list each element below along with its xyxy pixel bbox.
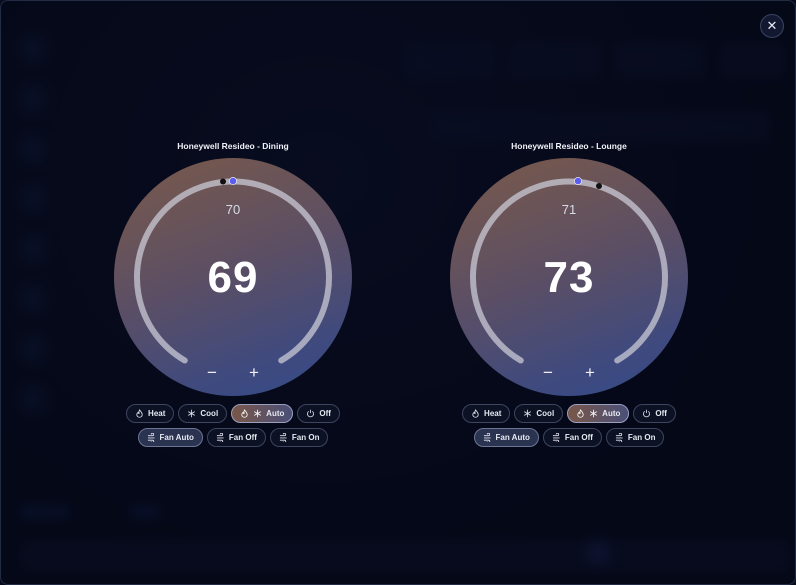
increase-button[interactable]: + (581, 364, 599, 382)
close-button[interactable]: ✕ (760, 14, 784, 38)
flame-icon (240, 409, 249, 418)
fan-icon (216, 433, 225, 442)
mode-cool-label: Cool (536, 409, 555, 418)
mode-auto-button[interactable]: Auto (231, 404, 294, 423)
current-temperature: 73 (543, 253, 595, 302)
fan-mode-row: Fan Auto Fan Off Fan On (103, 428, 363, 447)
setpoint-value: 71 (561, 202, 577, 217)
fan-icon (615, 433, 624, 442)
flame-icon (576, 409, 585, 418)
thermostat-card-lounge: Honeywell Resideo - Lounge 71 73 − + Hea… (439, 139, 699, 447)
fan-on-button[interactable]: Fan On (269, 428, 329, 447)
close-icon: ✕ (766, 18, 778, 33)
setpoint-handle[interactable] (229, 177, 237, 185)
fan-icon (147, 433, 156, 442)
power-icon (306, 409, 315, 418)
mode-off-label: Off (319, 409, 331, 418)
fan-on-label: Fan On (627, 433, 656, 442)
increase-button[interactable]: + (245, 364, 263, 382)
mode-auto-button[interactable]: Auto (567, 404, 630, 423)
power-icon (642, 409, 651, 418)
fan-auto-button[interactable]: Fan Auto (137, 428, 203, 447)
mode-heat-label: Heat (148, 409, 166, 418)
mode-off-button[interactable]: Off (297, 404, 340, 423)
fan-off-button[interactable]: Fan Off (206, 428, 266, 447)
fan-on-label: Fan On (291, 433, 320, 442)
mode-cool-button[interactable]: Cool (178, 404, 228, 423)
fan-auto-label: Fan Auto (159, 433, 194, 442)
thermostat-title: Honeywell Resideo - Lounge (511, 141, 627, 151)
setpoint-value: 70 (225, 202, 241, 217)
mode-cool-button[interactable]: Cool (514, 404, 564, 423)
snowflake-icon (253, 409, 262, 418)
flame-icon (471, 409, 480, 418)
hvac-mode-row: Heat Cool Auto Off (103, 404, 363, 423)
mode-auto-label: Auto (602, 409, 621, 418)
fan-icon (483, 433, 492, 442)
fan-off-button[interactable]: Fan Off (542, 428, 602, 447)
mode-heat-button[interactable]: Heat (126, 404, 175, 423)
fan-auto-button[interactable]: Fan Auto (473, 428, 539, 447)
thermostat-modal: ✕ Honeywell Resideo - Dining 70 69 − + H… (0, 0, 796, 585)
current-temp-marker (596, 183, 602, 189)
snowflake-icon (523, 409, 532, 418)
fan-off-label: Fan Off (564, 433, 593, 442)
fan-icon (552, 433, 561, 442)
fan-icon (279, 433, 288, 442)
mode-cool-label: Cool (200, 409, 219, 418)
thermostat-dial[interactable]: 70 69 − + (114, 158, 352, 396)
setpoint-handle[interactable] (574, 177, 582, 185)
thermostat-card-dining: Honeywell Resideo - Dining 70 69 − + Hea… (103, 139, 363, 447)
snowflake-icon (187, 409, 196, 418)
hvac-mode-row: Heat Cool Auto Off (439, 404, 699, 423)
current-temperature: 69 (207, 253, 259, 302)
snowflake-icon (589, 409, 598, 418)
thermostat-dial[interactable]: 71 73 − + (450, 158, 688, 396)
fan-on-button[interactable]: Fan On (605, 428, 665, 447)
mode-auto-label: Auto (266, 409, 285, 418)
mode-heat-label: Heat (484, 409, 502, 418)
mode-off-label: Off (655, 409, 667, 418)
mode-off-button[interactable]: Off (633, 404, 676, 423)
thermostat-title: Honeywell Resideo - Dining (177, 141, 289, 151)
current-temp-marker (220, 178, 226, 185)
flame-icon (135, 409, 144, 418)
mode-heat-button[interactable]: Heat (462, 404, 511, 423)
fan-auto-label: Fan Auto (495, 433, 530, 442)
decrease-button[interactable]: − (203, 364, 221, 382)
fan-mode-row: Fan Auto Fan Off Fan On (439, 428, 699, 447)
decrease-button[interactable]: − (539, 364, 557, 382)
fan-off-label: Fan Off (228, 433, 257, 442)
